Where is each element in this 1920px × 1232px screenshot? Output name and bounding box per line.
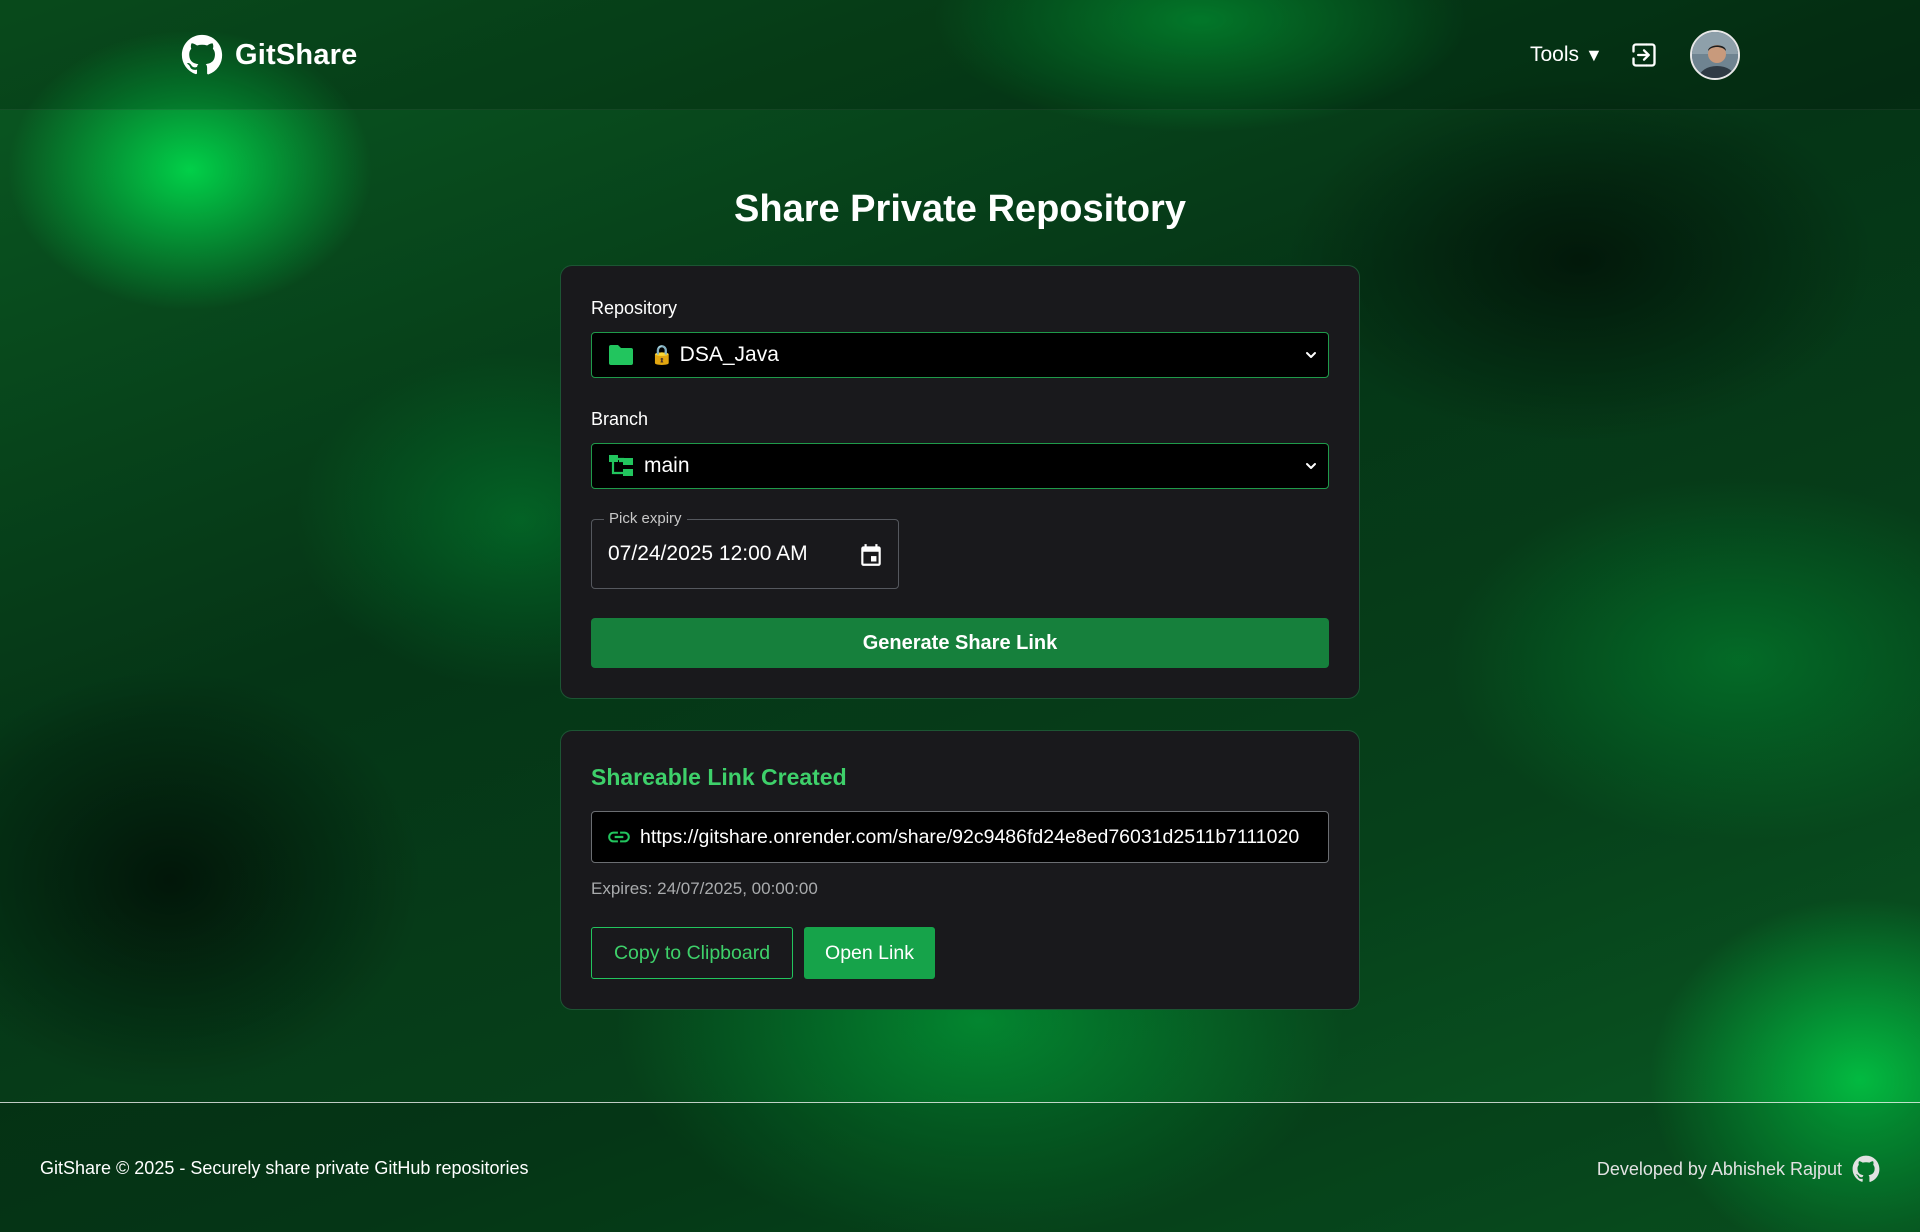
user-avatar-icon bbox=[1692, 32, 1738, 78]
footer-developer-text: Developed by Abhishek Rajput bbox=[1596, 1158, 1842, 1179]
generate-share-link-button[interactable]: Generate Share Link bbox=[591, 618, 1329, 668]
share-form-card: Repository 🔒 DSA_Java Branch main Pick e… bbox=[560, 265, 1360, 699]
folder-icon bbox=[609, 345, 633, 365]
github-icon[interactable] bbox=[1852, 1155, 1880, 1183]
footer: GitShare © 2025 - Securely share private… bbox=[0, 1102, 1920, 1232]
branch-select[interactable]: main bbox=[591, 443, 1329, 489]
result-title: Shareable Link Created bbox=[591, 764, 847, 790]
expiry-label: Pick expiry bbox=[604, 510, 687, 527]
footer-credit: Developed by Abhishek Rajput bbox=[1597, 1154, 1880, 1184]
chevron-down-icon bbox=[1306, 463, 1316, 469]
link-icon bbox=[608, 831, 630, 843]
lock-icon: 🔒 bbox=[650, 345, 674, 366]
footer-copyright: GitShare © 2025 - Securely share private… bbox=[40, 1158, 529, 1178]
calendar-icon[interactable] bbox=[858, 542, 884, 568]
page-title: Share Private Repository bbox=[734, 188, 1186, 230]
copy-to-clipboard-button[interactable]: Copy to Clipboard bbox=[591, 927, 793, 979]
avatar[interactable] bbox=[1690, 30, 1740, 80]
repository-value: DSA_Java bbox=[679, 343, 779, 366]
share-link-value: https://gitshare.onrender.com/share/92c9… bbox=[640, 825, 1300, 848]
tools-menu[interactable]: Tools ▼ bbox=[1530, 40, 1603, 70]
brand[interactable]: GitShare bbox=[181, 34, 357, 76]
share-link-field[interactable]: https://gitshare.onrender.com/share/92c9… bbox=[591, 811, 1329, 863]
tools-caret-icon: ▼ bbox=[1585, 44, 1603, 65]
branch-value: main bbox=[644, 454, 690, 477]
brand-name: GitShare bbox=[235, 38, 358, 71]
top-navbar: GitShare Tools ▼ bbox=[0, 0, 1920, 110]
tools-label: Tools bbox=[1530, 43, 1580, 66]
expiry-date-picker[interactable]: Pick expiry 07/24/2025 12:00 AM bbox=[591, 510, 899, 589]
repository-select[interactable]: 🔒 DSA_Java bbox=[591, 332, 1329, 378]
share-result-card: Shareable Link Created https://gitshare.… bbox=[560, 730, 1360, 1010]
open-link-button[interactable]: Open Link bbox=[804, 927, 935, 979]
repository-label: Repository bbox=[591, 298, 678, 318]
expiry-value: 07/24/2025 12:00 AM bbox=[608, 542, 808, 565]
branch-tree-icon bbox=[609, 455, 633, 476]
expires-text: Expires: 24/07/2025, 00:00:00 bbox=[591, 879, 818, 898]
github-logo-icon bbox=[181, 34, 223, 75]
branch-label: Branch bbox=[591, 409, 649, 429]
logout-icon[interactable] bbox=[1630, 41, 1658, 69]
chevron-down-icon bbox=[1306, 352, 1316, 358]
